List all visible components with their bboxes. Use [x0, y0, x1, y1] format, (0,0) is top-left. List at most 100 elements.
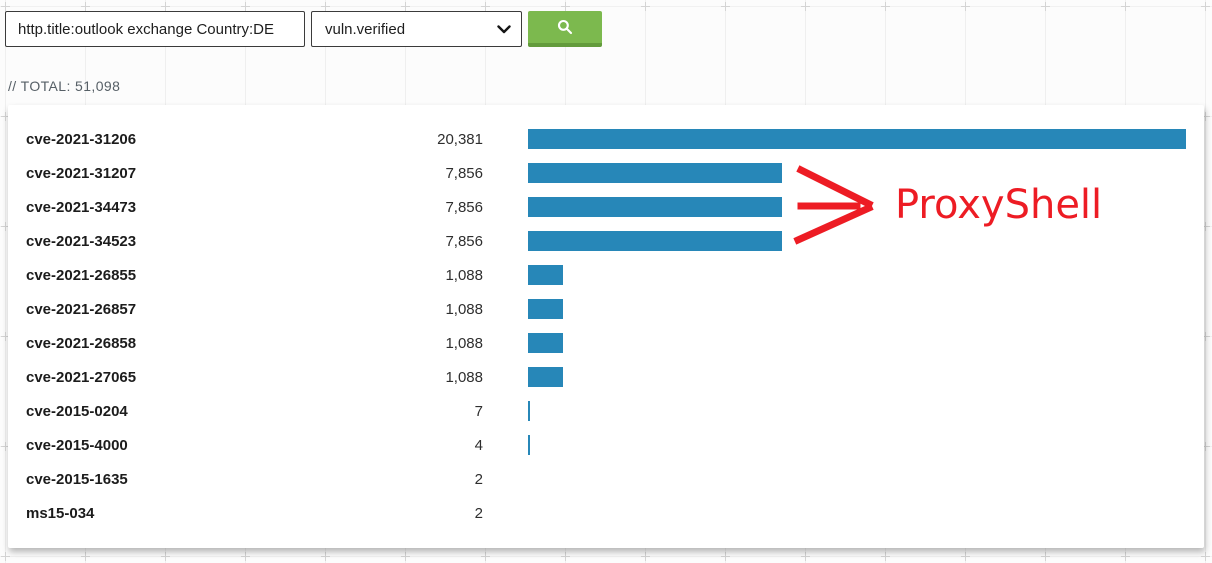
bar-track — [528, 265, 1186, 285]
cve-bar — [528, 231, 782, 251]
bar-track — [528, 299, 1186, 319]
cve-label: cve-2021-27065 — [26, 368, 137, 386]
cve-bar — [528, 197, 782, 217]
bar-track — [528, 231, 1186, 251]
facet-row: cve-2021-27065 1,088 — [26, 360, 1204, 394]
cve-bar — [528, 299, 564, 319]
grid-cross — [481, 552, 490, 561]
cve-label: cve-2021-26855 — [26, 266, 137, 284]
cve-count: 2 — [474, 504, 483, 522]
search-toolbar: vuln.verified — [5, 11, 602, 47]
grid-cross — [801, 552, 810, 561]
cve-bar — [528, 265, 564, 285]
facet-row: cve-2021-26858 1,088 — [26, 326, 1204, 360]
cve-count: 7,856 — [445, 232, 483, 250]
grid-cross — [721, 552, 730, 561]
cve-bar — [528, 333, 564, 353]
facet-row: cve-2015-0204 7 — [26, 394, 1204, 428]
grid-cross — [721, 2, 730, 11]
grid-cross — [561, 2, 570, 11]
grid-cross — [241, 2, 250, 11]
bar-track — [528, 163, 1186, 183]
grid-cross — [81, 552, 90, 561]
cve-label: cve-2015-1635 — [26, 470, 128, 488]
cve-bar — [528, 163, 782, 183]
cve-count: 2 — [474, 470, 483, 488]
total-value: 51,098 — [75, 78, 121, 94]
facet-select-value: vuln.verified — [325, 20, 406, 38]
grid-cross — [961, 2, 970, 11]
grid-cross — [881, 2, 890, 11]
facet-row: cve-2015-4000 4 — [26, 428, 1204, 462]
search-button[interactable] — [528, 11, 602, 47]
cve-count: 4 — [474, 436, 483, 454]
grid-cross — [1041, 552, 1050, 561]
cve-label: cve-2021-31206 — [26, 130, 137, 148]
cve-label: ms15-034 — [26, 504, 95, 522]
cve-label: cve-2021-31207 — [26, 164, 137, 182]
grid-cross — [561, 552, 570, 561]
total-label: // TOTAL: — [8, 78, 76, 94]
cve-count: 1,088 — [445, 266, 483, 284]
bar-track — [528, 367, 1186, 387]
cve-count: 7,856 — [445, 164, 483, 182]
grid-cross — [801, 2, 810, 11]
facet-results-card: cve-2021-31206 20,381 cve-2021-31207 7,8… — [8, 105, 1204, 548]
grid-cross — [241, 552, 250, 561]
facet-rows: cve-2021-31206 20,381 cve-2021-31207 7,8… — [26, 122, 1204, 530]
bar-track — [528, 129, 1186, 149]
grid-cross — [1, 2, 10, 11]
total-count: // TOTAL: 51,098 — [8, 78, 120, 94]
grid-cross — [1201, 552, 1210, 561]
cve-count: 1,088 — [445, 334, 483, 352]
bar-track — [528, 435, 1186, 455]
cve-label: cve-2015-0204 — [26, 402, 128, 420]
facet-row: cve-2021-34523 7,856 — [26, 224, 1204, 258]
grid-cross — [161, 552, 170, 561]
bar-track — [528, 401, 1186, 421]
cve-bar — [528, 401, 530, 421]
cve-bar — [528, 367, 564, 387]
facet-row: cve-2021-31207 7,856 — [26, 156, 1204, 190]
cve-count: 20,381 — [437, 130, 483, 148]
cve-label: cve-2021-34473 — [26, 198, 137, 216]
cve-label: cve-2021-26857 — [26, 300, 137, 318]
grid-cross — [641, 2, 650, 11]
bar-track — [528, 503, 1186, 523]
bar-track — [528, 197, 1186, 217]
cve-bar — [528, 435, 530, 455]
grid-cross — [161, 2, 170, 11]
cve-count: 1,088 — [445, 300, 483, 318]
facet-row: cve-2021-26857 1,088 — [26, 292, 1204, 326]
facet-row: cve-2021-34473 7,856 — [26, 190, 1204, 224]
facet-select[interactable]: vuln.verified — [311, 11, 522, 47]
grid-cross — [1201, 2, 1210, 11]
grid-cross — [1041, 2, 1050, 11]
facet-row: cve-2015-1635 2 — [26, 462, 1204, 496]
cve-label: cve-2015-4000 — [26, 436, 128, 454]
grid-cross — [1121, 2, 1130, 11]
bar-track — [528, 333, 1186, 353]
cve-bar — [528, 129, 1186, 149]
grid-cross — [401, 2, 410, 11]
grid-cross — [961, 552, 970, 561]
magnifier-icon — [557, 19, 573, 35]
facet-row: ms15-034 2 — [26, 496, 1204, 530]
grid-cross — [881, 552, 890, 561]
grid-cross — [1, 552, 10, 561]
cve-label: cve-2021-26858 — [26, 334, 137, 352]
grid-cross — [1121, 552, 1130, 561]
grid-cross — [321, 552, 330, 561]
grid-cross — [81, 2, 90, 11]
search-query-input[interactable] — [5, 11, 305, 47]
grid-cross — [641, 552, 650, 561]
grid-cross — [401, 552, 410, 561]
cve-label: cve-2021-34523 — [26, 232, 137, 250]
bar-track — [528, 469, 1186, 489]
cve-count: 7,856 — [445, 198, 483, 216]
facet-row: cve-2021-26855 1,088 — [26, 258, 1204, 292]
grid-cross — [321, 2, 330, 11]
cve-count: 1,088 — [445, 368, 483, 386]
grid-cross — [481, 2, 490, 11]
facet-row: cve-2021-31206 20,381 — [26, 122, 1204, 156]
